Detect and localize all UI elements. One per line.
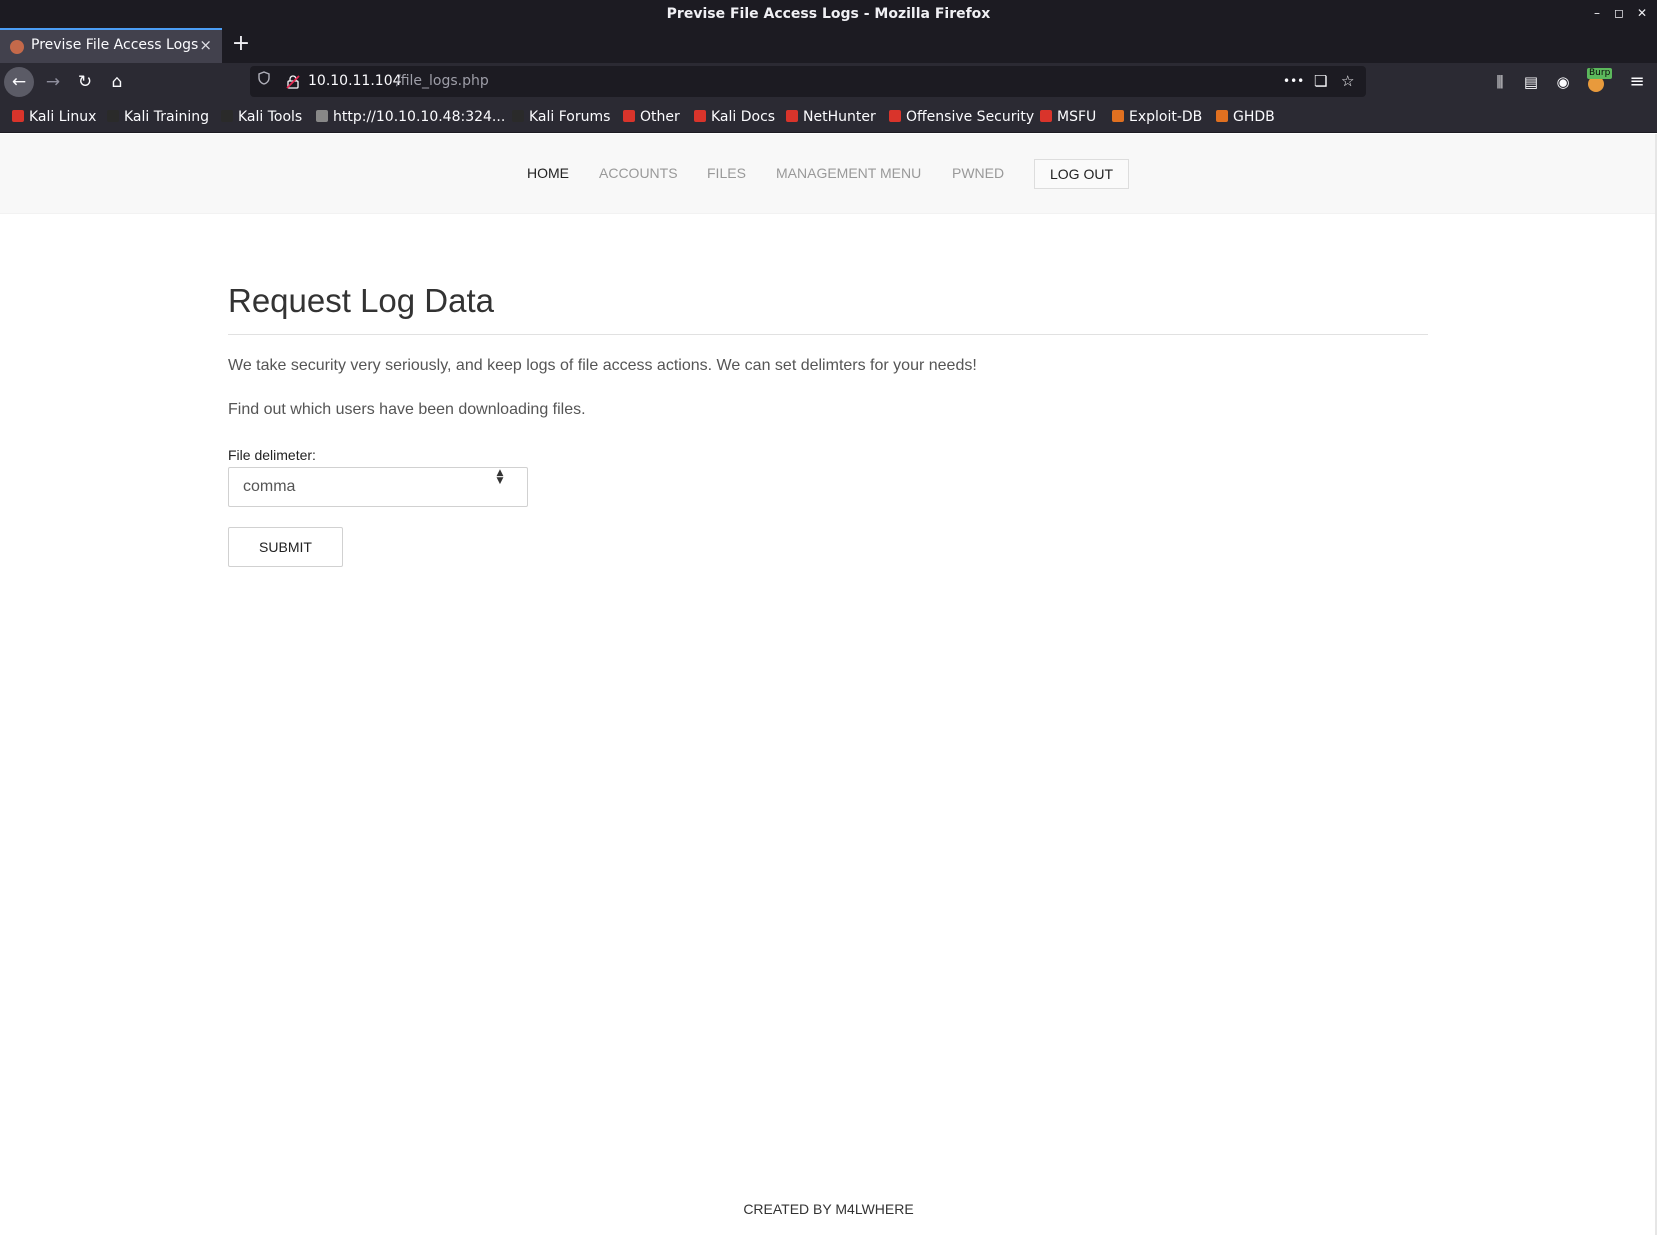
- bookmarks-bar: Kali Linux Kali Training Kali Tools http…: [0, 101, 1657, 133]
- back-button[interactable]: ←: [4, 67, 34, 97]
- file-delimiter-value: comma: [243, 478, 296, 495]
- bookmark-http-10-10-10-48[interactable]: http://10.10.10.48:324...: [316, 101, 505, 133]
- intro-paragraph: We take security very seriously, and kee…: [228, 357, 977, 374]
- instruction-paragraph: Find out which users have been downloadi…: [228, 401, 586, 418]
- kali-docs-icon: [694, 110, 706, 122]
- kali-dragon-icon: [512, 110, 524, 122]
- insecure-lock-icon[interactable]: [286, 74, 300, 89]
- url-host: 10.10.11.104: [308, 73, 402, 89]
- url-bar[interactable]: 10.10.11.104 /file_logs.php ••• ❏ ☆: [250, 66, 1366, 97]
- bookmark-kali-forums[interactable]: Kali Forums: [512, 101, 610, 133]
- tracking-protection-shield-icon[interactable]: [258, 66, 270, 97]
- pocket-icon[interactable]: ❏: [1314, 66, 1327, 97]
- bookmark-kali-training[interactable]: Kali Training: [107, 101, 209, 133]
- submit-button[interactable]: SUBMIT: [228, 527, 343, 567]
- page-title: Request Log Data: [228, 282, 495, 319]
- nethunter-icon: [786, 110, 798, 122]
- offensive-security-icon: [889, 110, 901, 122]
- nav-accounts-link[interactable]: ACCOUNTS: [599, 154, 678, 193]
- window-titlebar: Previse File Access Logs - Mozilla Firef…: [0, 0, 1657, 28]
- menu-icon[interactable]: ≡: [1623, 67, 1651, 97]
- bookmark-kali-tools[interactable]: Kali Tools: [221, 101, 302, 133]
- nav-pwned-link[interactable]: PWNED: [952, 154, 1004, 193]
- bookmark-msfu[interactable]: MSFU: [1040, 101, 1096, 133]
- window-title: Previse File Access Logs - Mozilla Firef…: [666, 6, 991, 22]
- footer-credit: CREATED BY M4LWHERE: [743, 1201, 914, 1217]
- other-folder-icon: [623, 110, 635, 122]
- kali-dragon-icon: [107, 110, 119, 122]
- select-arrows-icon: ▲▼: [495, 468, 505, 484]
- title-divider: [228, 334, 1428, 335]
- ghdb-icon: [1216, 110, 1228, 122]
- maximize-icon[interactable]: ◻: [1610, 4, 1628, 22]
- nav-toolbar: ← → ↻ ⌂ 10.10.11.104 /file_logs.php ••• …: [0, 63, 1657, 101]
- new-tab-button[interactable]: +: [230, 28, 252, 60]
- tab-previse-file-access-logs[interactable]: Previse File Access Logs ×: [0, 28, 222, 63]
- home-button[interactable]: ⌂: [102, 67, 132, 97]
- close-window-icon[interactable]: ✕: [1633, 4, 1651, 22]
- bookmark-nethunter[interactable]: NetHunter: [786, 101, 876, 133]
- tab-strip: Previse File Access Logs × +: [0, 28, 1657, 63]
- site-nav: HOME ACCOUNTS FILES MANAGEMENT MENU PWNE…: [0, 134, 1657, 214]
- bookmark-star-icon[interactable]: ☆: [1341, 66, 1354, 97]
- minimize-icon[interactable]: –: [1588, 4, 1606, 22]
- site-favicon-icon: [10, 40, 24, 54]
- file-delimiter-label: File delimeter:: [228, 447, 316, 463]
- forward-button[interactable]: →: [38, 67, 68, 97]
- bookmark-kali-linux[interactable]: Kali Linux: [12, 101, 96, 133]
- tab-title: Previse File Access Logs: [31, 37, 199, 53]
- page-content: HOME ACCOUNTS FILES MANAGEMENT MENU PWNE…: [0, 134, 1657, 1235]
- file-delimiter-select[interactable]: comma ▲▼: [228, 467, 528, 507]
- kali-dragon-icon: [221, 110, 233, 122]
- bookmark-offensive-security[interactable]: Offensive Security: [889, 101, 1034, 133]
- bookmark-kali-docs[interactable]: Kali Docs: [694, 101, 775, 133]
- sidebar-icon[interactable]: ▤: [1517, 67, 1545, 97]
- burp-badge: Burp: [1587, 68, 1613, 79]
- msfu-icon: [1040, 110, 1052, 122]
- logout-button[interactable]: LOG OUT: [1034, 159, 1130, 189]
- globe-icon: [316, 110, 328, 122]
- library-icon[interactable]: ⫼: [1486, 67, 1514, 97]
- exploit-db-icon: [1112, 110, 1124, 122]
- url-path: /file_logs.php: [396, 73, 489, 89]
- bookmark-exploit-db[interactable]: Exploit-DB: [1112, 101, 1202, 133]
- bookmark-ghdb[interactable]: GHDB: [1216, 101, 1275, 133]
- account-icon[interactable]: ◉: [1549, 67, 1577, 97]
- page-actions-icon[interactable]: •••: [1283, 66, 1304, 97]
- tab-close-icon[interactable]: ×: [199, 30, 212, 61]
- kali-linux-icon: [12, 110, 24, 122]
- reload-button[interactable]: ↻: [70, 67, 100, 97]
- nav-management-menu-link[interactable]: MANAGEMENT MENU: [776, 154, 921, 193]
- bookmark-other[interactable]: Other: [623, 101, 680, 133]
- nav-files-link[interactable]: FILES: [707, 154, 746, 193]
- nav-home-link[interactable]: HOME: [527, 154, 569, 193]
